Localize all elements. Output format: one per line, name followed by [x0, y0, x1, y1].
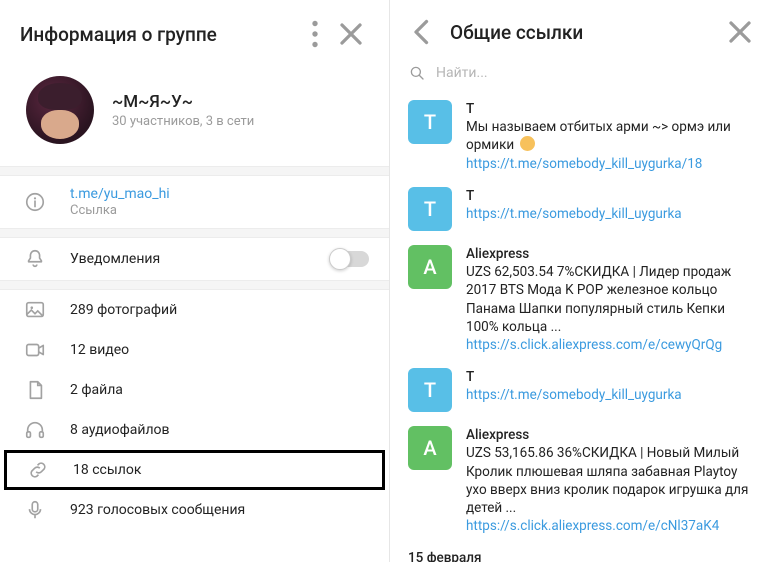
link-title: T	[466, 187, 754, 205]
link-title: T	[466, 100, 754, 118]
close-icon[interactable]	[722, 14, 758, 50]
media-voice[interactable]: 923 голосовых сообщения	[0, 490, 389, 530]
search-input[interactable]	[436, 65, 754, 81]
link-url[interactable]: https://s.click.aliexpress.com/e/cNl37aK…	[466, 517, 754, 535]
divider	[0, 280, 389, 290]
group-link: t.me/yu_mao_hi	[70, 186, 369, 202]
avatar	[26, 76, 94, 144]
media-label: 8 аудиофайлов	[70, 422, 170, 438]
group-subtitle: 30 участников, 3 в сети	[112, 114, 254, 129]
divider	[0, 228, 389, 238]
link-text: UZS 53,165.86 36%СКИДКА | Новый Милый Кр…	[466, 444, 754, 517]
link-title: Aliexpress	[466, 426, 754, 444]
link-text: UZS 62,503.54 7%СКИДКА | Лидер продаж 20…	[466, 263, 754, 336]
link-thumb: T	[408, 368, 452, 412]
headphones-icon	[24, 419, 46, 441]
media-label: 923 голосовых сообщения	[70, 502, 245, 518]
more-icon[interactable]	[297, 16, 333, 52]
close-icon[interactable]	[333, 16, 369, 52]
notifications-toggle[interactable]	[331, 251, 369, 267]
link-row[interactable]: t.me/yu_mao_hi Ссылка	[0, 176, 389, 228]
media-files[interactable]: 2 файла	[0, 370, 389, 410]
link-icon	[27, 459, 49, 481]
link-thumb: T	[408, 100, 452, 144]
media-label: 12 видео	[70, 342, 129, 358]
page-title: Информация о группе	[20, 23, 297, 46]
link-title: Aliexpress	[466, 245, 754, 263]
mic-icon	[24, 499, 46, 521]
link-thumb: A	[408, 245, 452, 289]
media-label: 2 файла	[70, 382, 123, 398]
media-links[interactable]: 18 ссылок	[4, 450, 385, 490]
link-thumb: T	[408, 187, 452, 231]
bell-icon	[24, 248, 46, 270]
link-text: Мы называем отбитых арми ~> ормэ или орм…	[466, 118, 754, 154]
panel-title: Общие ссылки	[450, 21, 712, 44]
link-title: T	[466, 368, 754, 386]
media-label: 18 ссылок	[73, 462, 141, 478]
media-videos[interactable]: 12 видео	[0, 330, 389, 370]
link-url[interactable]: https://t.me/somebody_kill_uygurka	[466, 205, 754, 223]
media-audio[interactable]: 8 аудиофайлов	[0, 410, 389, 450]
info-icon	[24, 191, 46, 213]
link-url[interactable]: https://t.me/somebody_kill_uygurka	[466, 386, 754, 404]
group-profile[interactable]: ~М~Я~У~ 30 участников, 3 в сети	[0, 62, 389, 166]
media-label: 289 фотографий	[70, 302, 177, 318]
back-icon[interactable]	[404, 14, 440, 50]
file-icon	[24, 379, 46, 401]
group-link-label: Ссылка	[70, 203, 369, 218]
date-label: 15 февраля	[390, 542, 772, 562]
link-item[interactable]: TTМы называем отбитых арми ~> ормэ или о…	[390, 92, 772, 179]
notifications-label: Уведомления	[70, 251, 307, 267]
link-item[interactable]: TThttps://t.me/somebody_kill_uygurka	[390, 179, 772, 237]
image-icon	[24, 299, 46, 321]
video-icon	[24, 339, 46, 361]
divider	[0, 166, 389, 176]
notifications-row[interactable]: Уведомления	[0, 238, 389, 280]
link-item[interactable]: A AliexpressUZS 62,503.54 7%СКИДКА | Лиде…	[390, 237, 772, 360]
link-url[interactable]: https://s.click.aliexpress.com/e/cewyQrQ…	[466, 336, 754, 354]
link-url[interactable]: https://t.me/somebody_kill_uygurka/18	[466, 155, 754, 173]
link-thumb: A	[408, 426, 452, 470]
media-photos[interactable]: 289 фотографий	[0, 290, 389, 330]
emoji-face	[520, 136, 535, 151]
group-name: ~М~Я~У~	[112, 92, 254, 112]
link-item[interactable]: A AliexpressUZS 53,165.86 36%СКИДКА | Нов…	[390, 418, 772, 541]
search-icon	[408, 64, 426, 82]
link-item[interactable]: TThttps://t.me/somebody_kill_uygurka	[390, 360, 772, 418]
